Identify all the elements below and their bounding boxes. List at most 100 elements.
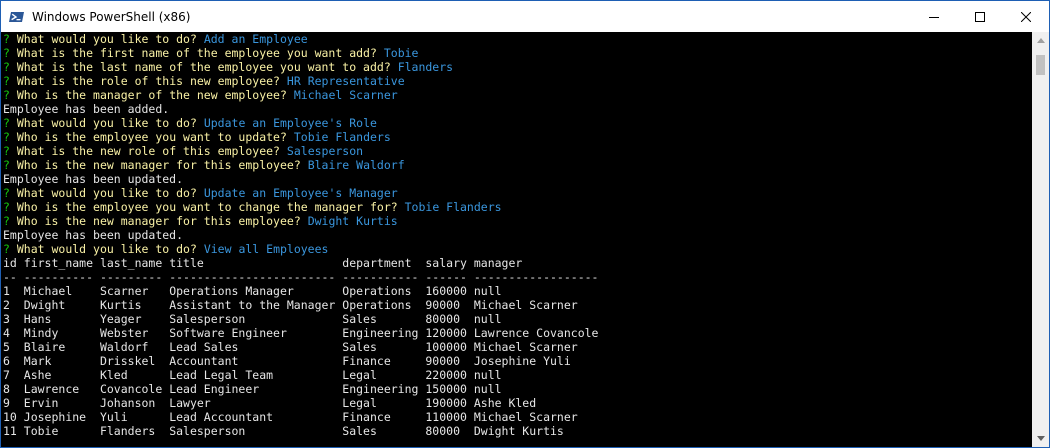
- table-cell: Ashe Kled: [473, 396, 537, 410]
- table-cell: 1: [3, 284, 10, 298]
- powershell-icon: [9, 11, 24, 22]
- table-cell: Accountant: [169, 354, 239, 368]
- prompt-question: What would you like to do?: [16, 32, 197, 46]
- prompt-question: What would you like to do?: [16, 186, 197, 200]
- prompt-answer: Update an Employee's Role: [203, 116, 377, 130]
- close-icon: [1021, 11, 1031, 22]
- prompt-marker: ?: [3, 32, 10, 46]
- table-cell: Legal: [342, 368, 377, 382]
- prompt-question: Who is the employee you want to change t…: [16, 200, 398, 214]
- minimize-button[interactable]: [911, 1, 957, 32]
- console-lines: ? What would you like to do? Add an Empl…: [3, 32, 598, 438]
- table-cell: Covancole: [99, 382, 163, 396]
- table-cell: Michael Scarner: [473, 340, 578, 354]
- table-row: 5 Blaire Waldorf Lead Sales Sales 100000…: [3, 340, 598, 354]
- table-cell: Lead Legal Team: [169, 368, 274, 382]
- console-line: ? What is the role of this new employee?…: [3, 74, 598, 88]
- table-cell: salary: [425, 256, 467, 270]
- window-title: Windows PowerShell (x86): [32, 9, 191, 24]
- table-row: 2 Dwight Kurtis Assistant to the Manager…: [3, 298, 598, 312]
- table-cell: Yuli: [99, 410, 128, 424]
- scroll-down-button[interactable]: [1032, 430, 1049, 447]
- prompt-marker: ?: [3, 242, 10, 256]
- prompt-marker: ?: [3, 46, 10, 60]
- table-cell: title: [169, 256, 204, 270]
- prompt-answer: Tobie Flanders: [404, 200, 502, 214]
- table-row: 9 Ervin Johanson Lawyer Legal 190000 Ash…: [3, 396, 598, 410]
- table-cell: 100000: [425, 340, 467, 354]
- scroll-up-button[interactable]: [1032, 32, 1049, 49]
- prompt-answer: Michael Scarner: [293, 88, 398, 102]
- table-separator: -- ---------- --------- ----------------…: [3, 270, 598, 284]
- prompt-answer: Salesperson: [286, 144, 364, 158]
- table-cell: Scarner: [99, 284, 149, 298]
- prompt-marker: ?: [3, 88, 10, 102]
- table-cell: Kurtis: [99, 298, 142, 312]
- table-cell: Lead Accountant: [169, 410, 274, 424]
- console-line: ? What would you like to do? View all Em…: [3, 242, 598, 256]
- status-message: Employee has been updated.: [3, 228, 184, 242]
- prompt-answer: View all Employees: [203, 242, 329, 256]
- console-line: ? What is the new role of this employee?…: [3, 144, 598, 158]
- table-cell: 10: [3, 410, 17, 424]
- vertical-scrollbar[interactable]: [1032, 32, 1049, 447]
- table-cell: Finance: [342, 410, 391, 424]
- table-cell: id: [3, 256, 17, 270]
- table-cell: Mark: [23, 354, 52, 368]
- console-line: ? What would you like to do? Add an Empl…: [3, 32, 598, 46]
- table-row: 6 Mark Drisskel Accountant Finance 90000…: [3, 354, 598, 368]
- table-cell: Dwight: [23, 298, 66, 312]
- table-cell: 5: [3, 340, 10, 354]
- prompt-marker: ?: [3, 200, 10, 214]
- powershell-window: Windows PowerShell (x86) ? What would yo…: [0, 0, 1050, 448]
- console-line: ? Who is the employee you want to change…: [3, 200, 598, 214]
- table-cell: ------------------: [473, 270, 599, 284]
- console-line: ? What is the first name of the employee…: [3, 46, 598, 60]
- table-cell: Flanders: [99, 424, 156, 438]
- prompt-marker: ?: [3, 60, 10, 74]
- console-line: Employee has been added.: [3, 102, 598, 116]
- table-cell: Salesperson: [169, 312, 246, 326]
- table-cell: null: [473, 382, 502, 396]
- close-button[interactable]: [1003, 1, 1049, 32]
- table-cell: Software Engineer: [169, 326, 287, 340]
- table-cell: Tobie: [23, 424, 59, 438]
- table-cell: 150000: [425, 382, 467, 396]
- table-cell: null: [473, 284, 502, 298]
- table-cell: Salesperson: [169, 424, 246, 438]
- table-cell: 4: [3, 326, 10, 340]
- prompt-question: What is the last name of the employee yo…: [16, 60, 391, 74]
- table-cell: Josephine: [23, 410, 87, 424]
- table-cell: Lead Sales: [169, 340, 239, 354]
- prompt-question: What would you like to do?: [16, 242, 197, 256]
- chevron-up-icon: [1036, 38, 1045, 43]
- console-line: ? Who is the new manager for this employ…: [3, 214, 598, 228]
- prompt-question: What is the role of this new employee?: [16, 74, 280, 88]
- minimize-icon: [929, 16, 939, 18]
- prompt-question: What would you like to do?: [16, 116, 197, 130]
- table-cell: Michael Scarner: [473, 410, 578, 424]
- table-cell: Assistant to the Manager: [169, 298, 336, 312]
- table-cell: Sales: [342, 340, 377, 354]
- prompt-answer: Tobie: [383, 46, 419, 60]
- table-cell: ------------------------: [169, 270, 336, 284]
- prompt-question: What is the new role of this employee?: [16, 144, 280, 158]
- table-cell: 90000: [425, 354, 460, 368]
- prompt-marker: ?: [3, 116, 10, 130]
- table-row: 11 Tobie Flanders Salesperson Sales 8000…: [3, 424, 598, 438]
- console-output[interactable]: ? What would you like to do? Add an Empl…: [1, 32, 1032, 447]
- table-cell: null: [473, 312, 502, 326]
- table-cell: Legal: [342, 396, 377, 410]
- table-cell: 3: [3, 312, 10, 326]
- prompt-question: What is the first name of the employee y…: [16, 46, 377, 60]
- table-cell: Operations: [342, 298, 412, 312]
- console-line: ? What would you like to do? Update an E…: [3, 186, 598, 200]
- table-cell: Waldorf: [99, 340, 149, 354]
- title-bar[interactable]: Windows PowerShell (x86): [1, 1, 1049, 32]
- table-cell: Hans: [23, 312, 52, 326]
- scrollbar-thumb[interactable]: [1036, 55, 1045, 75]
- table-cell: Engineering: [342, 326, 419, 340]
- maximize-button[interactable]: [957, 1, 1003, 32]
- table-cell: 190000: [425, 396, 467, 410]
- table-cell: manager: [473, 256, 523, 270]
